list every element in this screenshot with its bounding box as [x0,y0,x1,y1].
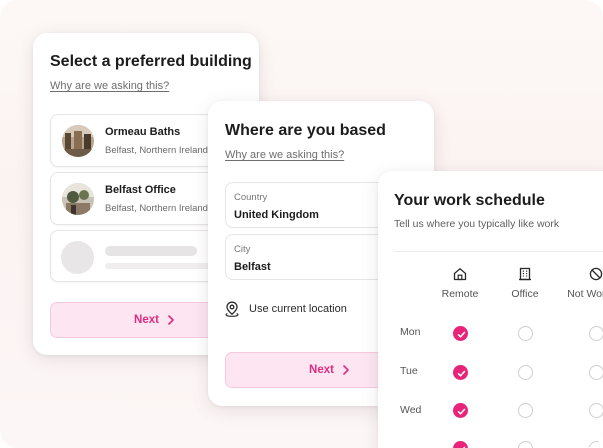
divider [394,251,603,252]
day-label: Tue [400,365,418,377]
radio-office-tue[interactable] [518,365,533,380]
background-canvas: Select a preferred building Why are we a… [0,0,603,448]
radio-not-working-next[interactable] [589,441,603,448]
chevron-right-icon [168,315,174,325]
day-label: Mon [400,326,421,338]
building-address: Belfast, Northern Ireland [105,145,208,156]
radio-remote-tue[interactable] [453,365,468,380]
location-card-title: Where are you based [225,122,386,139]
schedule-card-title: Your work schedule [394,192,545,209]
next-button-label: Next [134,314,159,326]
skeleton-line [105,246,197,256]
building-card-title: Select a preferred building [50,53,252,70]
use-current-location-label: Use current location [249,303,347,315]
country-value: United Kingdom [234,209,319,221]
radio-remote-next[interactable] [453,441,468,448]
radio-office-mon[interactable] [518,326,533,341]
column-header-office: Office [490,267,560,300]
building-icon [519,267,531,281]
column-label: Remote [441,288,479,300]
check-icon [457,331,466,338]
skeleton-avatar [61,241,94,274]
why-asking-link[interactable]: Why are we asking this? [225,149,344,161]
day-label: Wed [400,404,422,416]
radio-not-working-tue[interactable] [589,365,603,380]
radio-not-working-mon[interactable] [589,326,603,341]
building-name: Belfast Office [105,184,176,196]
next-button-label: Next [309,364,334,376]
radio-remote-wed[interactable] [453,403,468,418]
city-value: Belfast [234,261,271,273]
building-name: Ormeau Baths [105,126,181,138]
use-current-location-button[interactable]: Use current location [225,301,347,317]
chevron-right-icon [343,365,349,375]
check-icon [457,370,466,377]
work-schedule-card: Your work schedule Tell us where you typ… [378,171,603,448]
block-icon [589,267,603,281]
radio-office-wed[interactable] [518,403,533,418]
radio-office-next[interactable] [518,441,533,448]
home-icon [453,268,467,281]
radio-remote-mon[interactable] [453,326,468,341]
building-address: Belfast, Northern Ireland [105,203,208,214]
column-header-remote: Remote [425,267,495,300]
country-label: Country [234,192,268,203]
column-label: Office [511,288,539,300]
city-label: City [234,244,251,255]
why-asking-link[interactable]: Why are we asking this? [50,80,169,92]
column-label: Not Working [567,288,603,300]
building-thumbnail [62,125,94,157]
schedule-card-subtitle: Tell us where you typically like work [394,218,560,230]
check-icon [457,408,466,415]
radio-not-working-wed[interactable] [589,403,603,418]
location-pin-icon [225,301,239,317]
building-thumbnail [62,183,94,215]
column-header-not-working: Not Working [561,267,603,300]
